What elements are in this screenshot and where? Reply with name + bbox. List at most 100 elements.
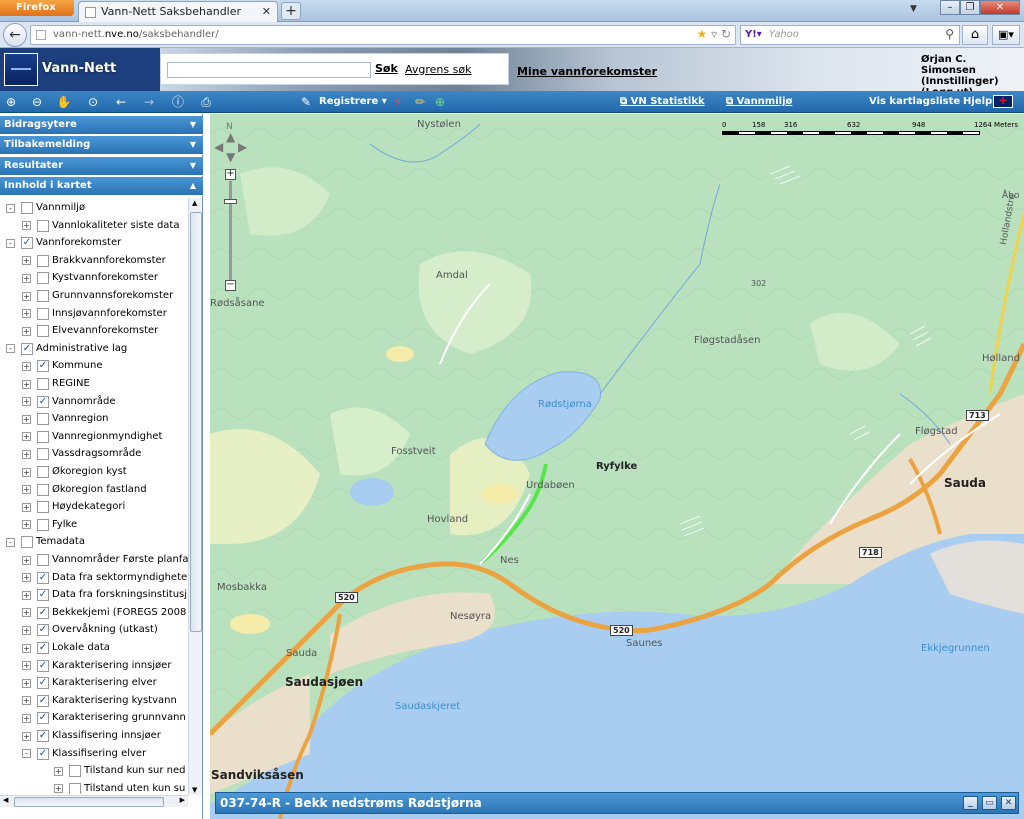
expand-icon[interactable]: + [54, 784, 63, 794]
expand-icon[interactable]: + [22, 678, 31, 688]
layer-checkbox[interactable]: ✓ [37, 571, 49, 584]
pan-right-icon[interactable]: ▶ [238, 140, 247, 154]
layer-checkbox[interactable]: ✓ [37, 659, 49, 672]
horizontal-scrollbar[interactable]: ◀ ▶ [0, 795, 188, 807]
refine-search-link[interactable]: Avgrens søk [405, 63, 471, 76]
search-input[interactable] [167, 62, 371, 78]
layer-tree-item[interactable]: + Grunnvannsforekomster [22, 289, 173, 306]
expand-icon[interactable]: + [22, 661, 31, 671]
layer-tree-item[interactable]: + ✓ Karakterisering kystvann [22, 694, 177, 711]
scrollbar-thumb[interactable] [14, 797, 164, 807]
layer-checkbox[interactable]: ✓ [21, 342, 33, 355]
settings-link[interactable]: (Innstillinger) [921, 76, 1024, 87]
panel-results[interactable]: Resultater ▼ [0, 157, 203, 176]
layer-checkbox[interactable] [37, 430, 49, 443]
layer-tree-item[interactable]: + Økoregion kyst [22, 465, 127, 482]
expand-icon[interactable]: + [22, 432, 31, 442]
collapse-icon[interactable]: - [6, 203, 15, 213]
expand-icon[interactable]: + [54, 766, 63, 776]
layer-tree-item[interactable]: + ✓ Karakterisering elver [22, 676, 157, 693]
layer-tree-item[interactable]: + ✓ Overvåkning (utkast) [22, 623, 158, 640]
expand-icon[interactable]: + [22, 273, 31, 283]
scroll-right-icon[interactable]: ▶ [180, 796, 185, 804]
layer-tree-item[interactable]: + Innsjøvannforekomster [22, 307, 167, 324]
search-engine-box[interactable]: Y!▾ Yahoo ⚲ [740, 25, 960, 45]
layer-checkbox[interactable] [37, 325, 49, 338]
measure-icon[interactable]: ⚡ [390, 94, 406, 110]
layer-checkbox[interactable] [37, 501, 49, 514]
browser-tab[interactable]: Vann-Nett Saksbehandler ✕ [78, 1, 278, 22]
expand-icon[interactable]: + [22, 625, 31, 635]
expand-icon[interactable]: + [22, 590, 31, 600]
layer-checkbox[interactable]: ✓ [37, 606, 49, 619]
layer-checkbox[interactable] [69, 782, 81, 794]
new-tab-button[interactable]: + [281, 2, 301, 20]
expand-icon[interactable]: + [22, 449, 31, 459]
close-window-button[interactable]: ✕ [980, 0, 1020, 15]
layer-checkbox[interactable]: ✓ [37, 747, 49, 760]
layer-checkbox[interactable] [37, 307, 49, 320]
expand-icon[interactable]: + [22, 520, 31, 530]
show-layer-list-link[interactable]: Vis kartlagsliste [869, 96, 960, 107]
layer-checkbox[interactable] [37, 448, 49, 461]
zoom-knob[interactable] [224, 199, 237, 204]
expand-icon[interactable]: + [22, 291, 31, 301]
add-user-icon[interactable]: ⊕ [432, 94, 448, 110]
help-link[interactable]: Hjelp [963, 96, 992, 107]
layer-checkbox[interactable] [37, 378, 49, 390]
layer-checkbox[interactable]: ✓ [37, 624, 49, 637]
restore-window-button[interactable]: ❐ [960, 0, 980, 15]
layer-tree-item[interactable]: - ✓ Administrative lag [6, 342, 127, 359]
firefox-menu-button[interactable]: Firefox [0, 0, 74, 16]
vn-statistics-link[interactable]: ⧉ VN Statistikk [620, 96, 705, 107]
expand-icon[interactable]: + [22, 608, 31, 618]
expand-icon[interactable]: + [22, 379, 31, 389]
expand-icon[interactable]: + [22, 643, 31, 653]
layer-tree-item[interactable]: + ✓ Data fra forskningsinstitusj [22, 588, 187, 605]
my-waterbodies-link[interactable]: Mine vannforekomster [517, 65, 657, 78]
panel-contributors[interactable]: Bidragsytere ▼ [0, 116, 203, 135]
layer-checkbox[interactable]: ✓ [37, 589, 49, 602]
layer-tree-item[interactable]: + Brakkvannforekomster [22, 254, 166, 271]
scroll-left-icon[interactable]: ◀ [3, 796, 8, 804]
layer-checkbox[interactable]: ✓ [21, 237, 33, 250]
layer-tree-item[interactable]: + Elvevannforekomster [22, 324, 158, 341]
map-view[interactable]: 0 158 316 632 948 1264 Meters N ▲ ◀ ▶ ▼ … [210, 114, 1024, 819]
layer-tree-item[interactable]: + Tilstand kun sur ned [54, 764, 186, 781]
expand-icon[interactable]: + [22, 414, 31, 424]
layer-tree-item[interactable]: + Fylke [22, 518, 77, 535]
scrollbar-thumb[interactable] [190, 212, 202, 632]
layer-tree-item[interactable]: + ✓ Bekkekjemi (FOREGS 2008 [22, 606, 186, 623]
expand-icon[interactable]: + [22, 397, 31, 407]
layer-checkbox[interactable] [37, 219, 49, 232]
layer-checkbox[interactable]: ✓ [37, 677, 49, 690]
vertical-scrollbar[interactable]: ▲ ▼ [188, 198, 202, 795]
expand-icon[interactable]: + [22, 696, 31, 706]
collapse-icon[interactable]: - [22, 749, 31, 759]
layer-tree-item[interactable]: + ✓ Vannområde [22, 395, 115, 412]
layer-checkbox[interactable]: ✓ [37, 642, 49, 654]
back-arrow-icon[interactable]: ← [113, 94, 129, 110]
search-button[interactable]: Søk [375, 62, 398, 75]
vannmiljo-link[interactable]: ⧉ Vannmiljø [726, 96, 792, 107]
expand-icon[interactable]: + [22, 256, 31, 266]
layer-checkbox[interactable] [37, 554, 49, 566]
layer-checkbox[interactable] [21, 202, 33, 214]
layer-checkbox[interactable] [37, 518, 49, 531]
layer-checkbox[interactable] [37, 466, 49, 478]
expand-icon[interactable]: + [22, 713, 31, 723]
pan-hand-icon[interactable]: ✋ [56, 94, 72, 110]
expand-icon[interactable]: + [22, 573, 31, 583]
layer-tree-item[interactable]: + ✓ Karakterisering grunnvann [22, 711, 186, 728]
expand-icon[interactable]: + [22, 502, 31, 512]
maximize-icon[interactable]: ▭ [982, 796, 997, 810]
expand-icon[interactable]: + [22, 467, 31, 477]
reload-icon[interactable]: ↻ [721, 27, 731, 41]
scroll-down-icon[interactable]: ▼ [192, 786, 197, 794]
zoom-extent-icon[interactable]: ⊙ [85, 94, 101, 110]
zoom-in-icon[interactable]: ⊕ [3, 94, 19, 110]
layer-tree-item[interactable]: + Kystvannforekomster [22, 271, 158, 288]
search-icon[interactable]: ⚲ [945, 27, 954, 41]
layer-tree-item[interactable]: - Temadata [6, 535, 85, 552]
layer-tree-item[interactable]: + Tilstand uten kun su [54, 782, 185, 794]
